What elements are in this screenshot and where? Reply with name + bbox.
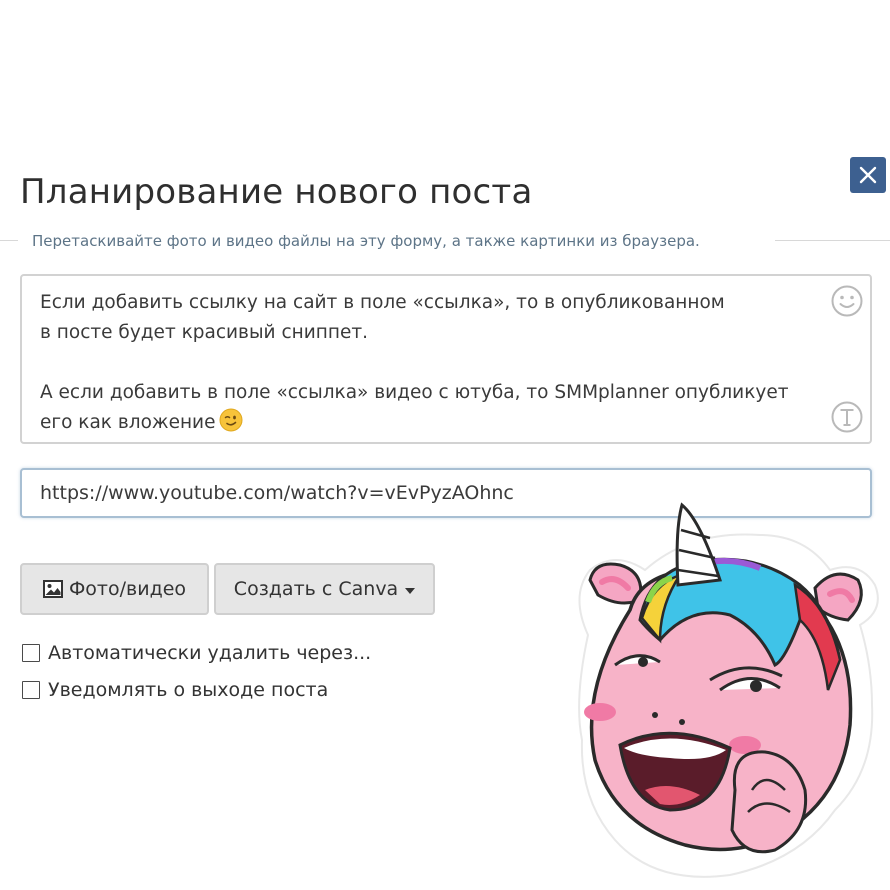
divider-line-left: [0, 240, 18, 241]
unicorn-sticker: [560, 490, 890, 890]
post-text-line: А если добавить в поле «ссылка» видео с …: [40, 382, 789, 403]
wink-emoji-icon: [219, 408, 243, 442]
post-text-last-line: его как вложение: [40, 408, 810, 442]
dialog-title: Планирование нового поста: [20, 172, 533, 212]
canva-label: Создать с Canva: [233, 578, 399, 600]
text-format-button[interactable]: [830, 400, 864, 434]
auto-delete-option[interactable]: Автоматически удалить через...: [22, 641, 371, 665]
close-icon: [859, 166, 877, 184]
notify-option[interactable]: Уведомлять о выходе поста: [22, 678, 328, 702]
hint-divider: Перетаскивайте фото и видео файлы на эту…: [0, 228, 890, 254]
chevron-down-icon: [405, 587, 416, 594]
post-text-blank-line: [40, 348, 810, 378]
post-text-line: в посте будет красивый сниппет.: [40, 322, 368, 343]
close-button[interactable]: [850, 157, 886, 193]
notify-checkbox[interactable]: [22, 681, 40, 699]
post-text-line: Если добавить ссылку на сайт в поле «ссы…: [40, 292, 725, 313]
image-icon: [42, 580, 63, 598]
divider-line-right: [775, 240, 890, 241]
emoji-button[interactable]: [830, 284, 864, 318]
create-with-canva-button[interactable]: Создать с Canva: [214, 563, 435, 615]
post-text-area[interactable]: Если добавить ссылку на сайт в поле «ссы…: [20, 274, 872, 444]
auto-delete-label: Автоматически удалить через...: [48, 642, 372, 664]
smile-icon: [831, 285, 863, 317]
text-format-icon: [831, 401, 863, 433]
photo-video-label: Фото/видео: [68, 578, 187, 600]
post-text-line: его как вложение: [40, 412, 216, 433]
auto-delete-checkbox[interactable]: [22, 644, 40, 662]
photo-video-button[interactable]: Фото/видео: [20, 563, 209, 615]
notify-label: Уведомлять о выходе поста: [48, 679, 329, 701]
drop-hint: Перетаскивайте фото и видео файлы на эту…: [32, 232, 700, 250]
